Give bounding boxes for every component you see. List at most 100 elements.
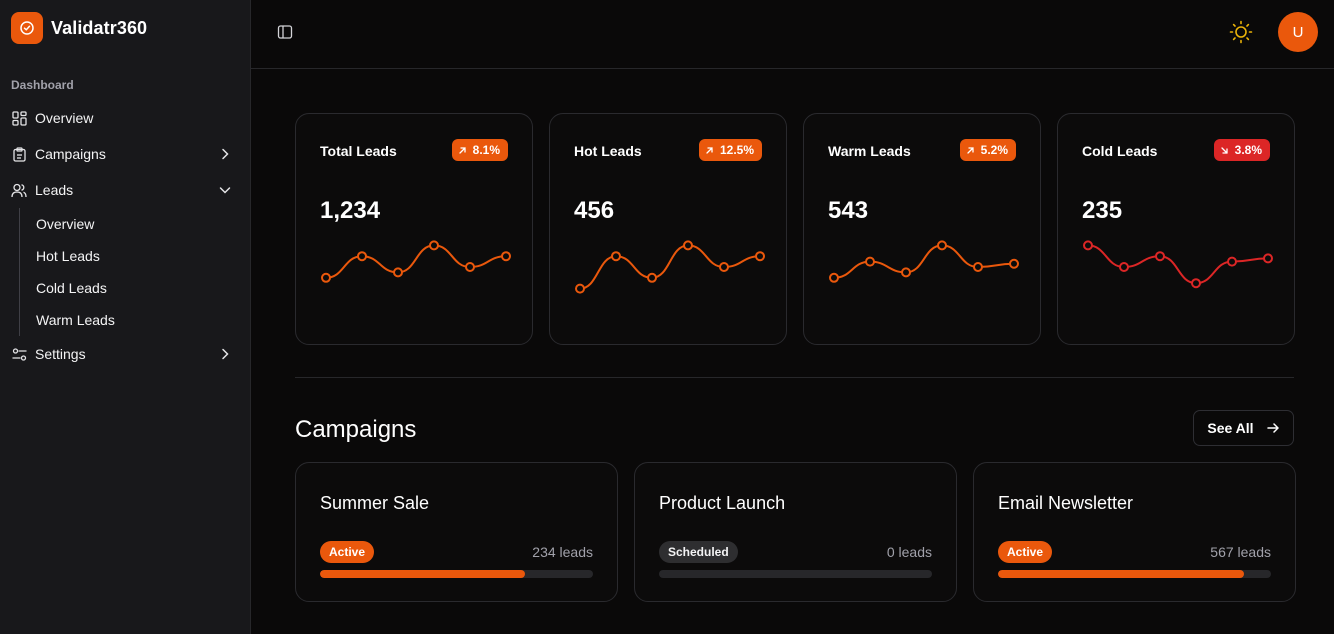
- stat-card-total-leads: Total Leads 8.1% 1,234: [295, 113, 533, 345]
- sidebar-subitem-cold-leads[interactable]: Cold Leads: [36, 272, 250, 304]
- sidebar-item-label: Campaigns: [35, 146, 106, 162]
- campaign-name: Email Newsletter: [998, 493, 1134, 513]
- sparkline: [321, 240, 511, 283]
- sparkline-path: [325, 244, 507, 279]
- status-badge: Scheduled: [659, 541, 738, 563]
- sidebar-subitem-hot-leads[interactable]: Hot Leads: [36, 240, 250, 272]
- campaign-name: Summer Sale: [320, 493, 430, 513]
- arrow-up-right-icon: [966, 146, 974, 154]
- trend-badge: 3.8%: [1213, 139, 1270, 161]
- sparkline-point: [321, 272, 331, 283]
- sliders-icon: [11, 346, 27, 362]
- sparkline: [829, 240, 1019, 283]
- sparkline-point: [1191, 278, 1201, 289]
- arrow-up-right-icon: [706, 146, 713, 154]
- status-badge: Active: [998, 541, 1053, 563]
- stat-title: Cold Leads: [1082, 143, 1158, 159]
- progress-bar: [320, 570, 593, 578]
- sparkline-point: [575, 283, 585, 294]
- sparkline-point: [973, 262, 983, 272]
- sidebar-nav: Overview Campaigns Leads Overview Hot Le…: [0, 100, 250, 372]
- stat-card-warm-leads: Warm Leads 5.2% 543: [803, 113, 1041, 345]
- stat-value: 235: [1082, 197, 1123, 224]
- campaign-card-product-launch[interactable]: Product Launch Scheduled 0 leads: [634, 462, 957, 602]
- sparkline-point: [683, 240, 693, 251]
- see-all-button[interactable]: See All: [1193, 410, 1294, 446]
- trend-badge: 8.1%: [451, 139, 508, 161]
- progress-fill: [998, 570, 1244, 578]
- sidebar-item-settings[interactable]: Settings: [0, 336, 250, 372]
- stat-value: 1,234: [320, 197, 381, 224]
- sparkline: [575, 240, 765, 294]
- sparkline-point: [901, 267, 911, 278]
- sparkline-point: [829, 272, 839, 283]
- brand[interactable]: Validatr360: [11, 12, 147, 44]
- arrow-right-icon: [1266, 423, 1279, 433]
- sparkline-point: [865, 256, 875, 267]
- campaigns-list: Summer Sale Active 234 leads Product Lau…: [295, 462, 1296, 602]
- sidebar-item-label: Overview: [35, 110, 94, 126]
- arrow-up-right-icon: [458, 146, 466, 154]
- campaigns-heading: Campaigns: [295, 416, 417, 443]
- sparkline-point: [501, 251, 511, 262]
- progress-fill: [320, 570, 525, 578]
- stats-row: Total Leads 8.1% 1,234 Hot Leads 12.5% 4…: [295, 113, 1295, 345]
- arrow-down-right-icon: [1220, 146, 1228, 154]
- sparkline-point: [1155, 251, 1165, 262]
- sparkline-path: [1087, 244, 1269, 285]
- sparkline-path: [579, 244, 761, 290]
- users-icon: [11, 182, 27, 198]
- sidebar-item-overview[interactable]: Overview: [0, 100, 250, 136]
- sparkline-point: [755, 251, 765, 262]
- campaign-card-summer-sale[interactable]: Summer Sale Active 234 leads: [295, 462, 618, 602]
- layout-grid-icon: [11, 110, 27, 126]
- chevron-right-icon: [218, 347, 232, 361]
- sidebar-item-campaigns[interactable]: Campaigns: [0, 136, 250, 172]
- chevron-down-icon: [218, 183, 232, 197]
- sparkline-point: [465, 262, 475, 272]
- sidebar-subitem-overview[interactable]: Overview: [36, 208, 250, 240]
- clipboard-icon: [11, 146, 27, 162]
- trend-value: 12.5%: [719, 143, 754, 157]
- chevron-right-icon: [218, 147, 232, 161]
- sun-icon[interactable]: [1229, 20, 1253, 44]
- stat-title: Hot Leads: [574, 143, 642, 159]
- top-header: U: [251, 0, 1334, 69]
- campaign-leads: 234 leads: [532, 544, 593, 560]
- sparkline-path: [833, 244, 1015, 279]
- trend-value: 8.1%: [472, 143, 500, 157]
- stat-card-hot-leads: Hot Leads 12.5% 456: [549, 113, 787, 345]
- sparkline: [1083, 240, 1273, 289]
- stat-value: 543: [828, 197, 869, 224]
- sparkline-point: [1009, 258, 1019, 269]
- brand-name: Validatr360: [51, 17, 148, 38]
- trend-badge: 12.5%: [698, 139, 762, 161]
- sparkline-point: [1083, 240, 1093, 251]
- sidebar-item-label: Settings: [35, 346, 86, 362]
- sparkline-point: [357, 251, 367, 262]
- stat-card-cold-leads: Cold Leads 3.8% 235: [1057, 113, 1295, 345]
- campaign-name: Product Launch: [659, 493, 786, 513]
- sidebar: Validatr360 Dashboard Overview Campaigns…: [0, 0, 251, 634]
- sidebar-item-label: Leads: [35, 182, 74, 198]
- sparkline-point: [1227, 256, 1237, 267]
- stat-title: Total Leads: [320, 143, 397, 159]
- leads-subnav: Overview Hot Leads Cold Leads Warm Leads: [19, 208, 250, 336]
- trend-badge: 5.2%: [959, 139, 1016, 161]
- avatar[interactable]: U: [1278, 12, 1318, 52]
- campaign-leads: 0 leads: [886, 544, 932, 560]
- trend-value: 5.2%: [980, 143, 1008, 157]
- logo-icon: [11, 12, 43, 44]
- stat-value: 456: [574, 197, 615, 224]
- campaign-card-email-newsletter[interactable]: Email Newsletter Active 567 leads: [973, 462, 1296, 602]
- sidebar-subitem-warm-leads[interactable]: Warm Leads: [36, 304, 250, 336]
- sparkline-point: [393, 267, 403, 278]
- section-divider: [295, 377, 1294, 378]
- progress-bar: [998, 570, 1271, 578]
- panel-left-icon[interactable]: [277, 24, 293, 40]
- sparkline-point: [647, 272, 657, 283]
- sparkline-point: [1263, 253, 1273, 264]
- sidebar-item-leads[interactable]: Leads: [0, 172, 250, 208]
- sparkline-point: [719, 262, 729, 272]
- sparkline-point: [429, 240, 439, 251]
